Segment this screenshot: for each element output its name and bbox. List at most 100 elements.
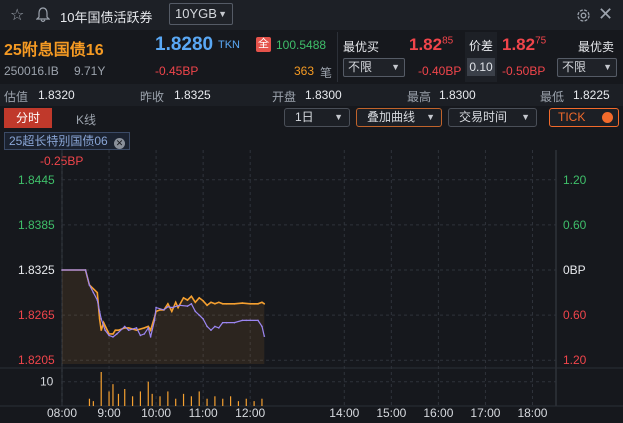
series-point	[167, 306, 169, 308]
series-point	[139, 334, 142, 337]
high-label: 最高	[407, 90, 432, 104]
series-point	[194, 301, 197, 304]
series-point	[198, 314, 201, 316]
x-tick-label: 9:00	[97, 406, 121, 420]
period-select[interactable]: 1日 ▼	[284, 108, 350, 127]
series-point	[206, 304, 208, 307]
full-price-badge: 全	[256, 37, 271, 52]
y-tick-label: 1.8325	[18, 263, 55, 277]
y2-tick-label: 0.60	[563, 308, 587, 322]
series-point	[163, 309, 165, 311]
spread-box: 价差 0.10	[465, 32, 497, 82]
quote-header: 25附息国债16 1.8280 TKN 全 100.5488 250016.IB…	[0, 30, 623, 84]
x-tick-label: 14:00	[329, 406, 359, 420]
chart-toolbar: 分时 K线 1日 ▼ 叠加曲线 ▼ 交易时间 ▼ TICK	[0, 106, 623, 130]
best-ask-price-sup: 75	[535, 35, 547, 47]
series-point	[123, 325, 126, 328]
price-tag: TKN	[218, 39, 240, 51]
chevron-down-icon: ▼	[334, 112, 343, 122]
y-tick-label: 1.8385	[18, 218, 55, 232]
x-tick-label: 18:00	[517, 406, 547, 420]
prev-close-value: 1.8325	[174, 88, 211, 102]
series-point	[263, 335, 266, 337]
best-bid-filter-value: 不限	[348, 60, 373, 74]
y2-tick-label: 1.20	[563, 353, 587, 367]
stats-row: 估值 1.8320 昨收 1.8325 开盘 1.8300 最高 1.8300 …	[0, 84, 623, 106]
x-tick-label: 16:00	[423, 406, 453, 420]
chevron-down-icon: ▼	[426, 112, 435, 122]
series-point	[241, 302, 244, 304]
bond-selector-value: 10YGB	[175, 6, 217, 21]
series-point	[127, 327, 130, 329]
series-point	[214, 325, 216, 328]
series-point	[245, 319, 248, 322]
chevron-down-icon: ▼	[391, 62, 400, 72]
high-value: 1.8300	[439, 88, 476, 102]
bond-name: 25附息国债16	[4, 42, 104, 59]
series-point	[143, 333, 146, 335]
series-point	[84, 269, 87, 271]
series-point	[92, 291, 95, 294]
y2-tick-label: 1.20	[563, 173, 587, 187]
overlay-chip-label: 25超长特别国债06	[9, 134, 108, 148]
tab-intraday[interactable]: 分时	[4, 108, 52, 128]
series-point	[116, 333, 118, 335]
series-point	[225, 303, 228, 305]
y2-tick-label: 0BP	[563, 263, 586, 277]
bond-selector[interactable]: 10YGB ▼	[169, 3, 233, 25]
series-point	[155, 306, 157, 309]
series-point	[194, 310, 197, 313]
series-point	[257, 319, 259, 322]
bond-term: 9.71Y	[74, 64, 106, 78]
tick-toggle[interactable]: TICK	[549, 108, 619, 127]
gear-icon[interactable]	[575, 7, 592, 24]
series-point	[257, 303, 259, 305]
volume-tick-label: 10	[40, 375, 54, 389]
series-point	[221, 321, 224, 324]
series-point	[210, 329, 212, 331]
divider	[337, 32, 338, 82]
spread-label: 价差	[469, 39, 494, 53]
price-change: -0.45BP	[155, 64, 199, 78]
spread-value: 0.10	[467, 58, 495, 76]
best-bid-change: -0.40BP	[418, 64, 462, 78]
series-point	[104, 329, 106, 331]
chevron-down-icon: ▼	[603, 62, 612, 72]
series-point	[253, 303, 255, 305]
best-ask-filter[interactable]: 不限 ▼	[557, 58, 617, 77]
series-point	[100, 318, 103, 320]
series-point	[98, 310, 101, 313]
overlay-chip[interactable]: 25超长特别国债06 ✕	[4, 132, 131, 150]
session-select[interactable]: 交易时间 ▼	[448, 108, 537, 127]
bell-icon[interactable]	[36, 7, 50, 23]
series-point	[263, 303, 266, 305]
series-point	[241, 319, 244, 322]
series-point	[218, 327, 220, 329]
close-icon[interactable]: ✕	[114, 138, 126, 149]
x-tick-label: 15:00	[376, 406, 406, 420]
close-icon[interactable]: ✕	[598, 4, 613, 25]
series-point	[249, 319, 251, 322]
prev-close-label: 昨收	[140, 90, 165, 104]
series-point	[112, 333, 114, 335]
open-label: 开盘	[272, 90, 297, 104]
series-point	[233, 303, 236, 305]
best-ask-price-main: 1.82	[502, 35, 536, 54]
y-tick-label: 1.8445	[18, 173, 55, 187]
star-icon[interactable]: ☆	[10, 5, 24, 25]
series-point	[92, 288, 95, 290]
series-point	[96, 291, 99, 294]
series-point	[117, 329, 120, 331]
series-point	[178, 304, 181, 307]
series-point	[210, 301, 212, 304]
best-bid-price-main: 1.82	[409, 35, 443, 54]
overlay-curve-select[interactable]: 叠加曲线 ▼	[356, 108, 442, 127]
x-tick-label: 08:00	[47, 406, 77, 420]
series-point	[114, 329, 117, 331]
tab-kline[interactable]: K线	[76, 111, 96, 128]
series-point	[98, 318, 101, 320]
best-bid-filter[interactable]: 不限 ▼	[343, 58, 405, 77]
series-point	[186, 299, 189, 301]
y2-tick-label: 0.60	[563, 218, 587, 232]
series-point	[135, 327, 138, 329]
